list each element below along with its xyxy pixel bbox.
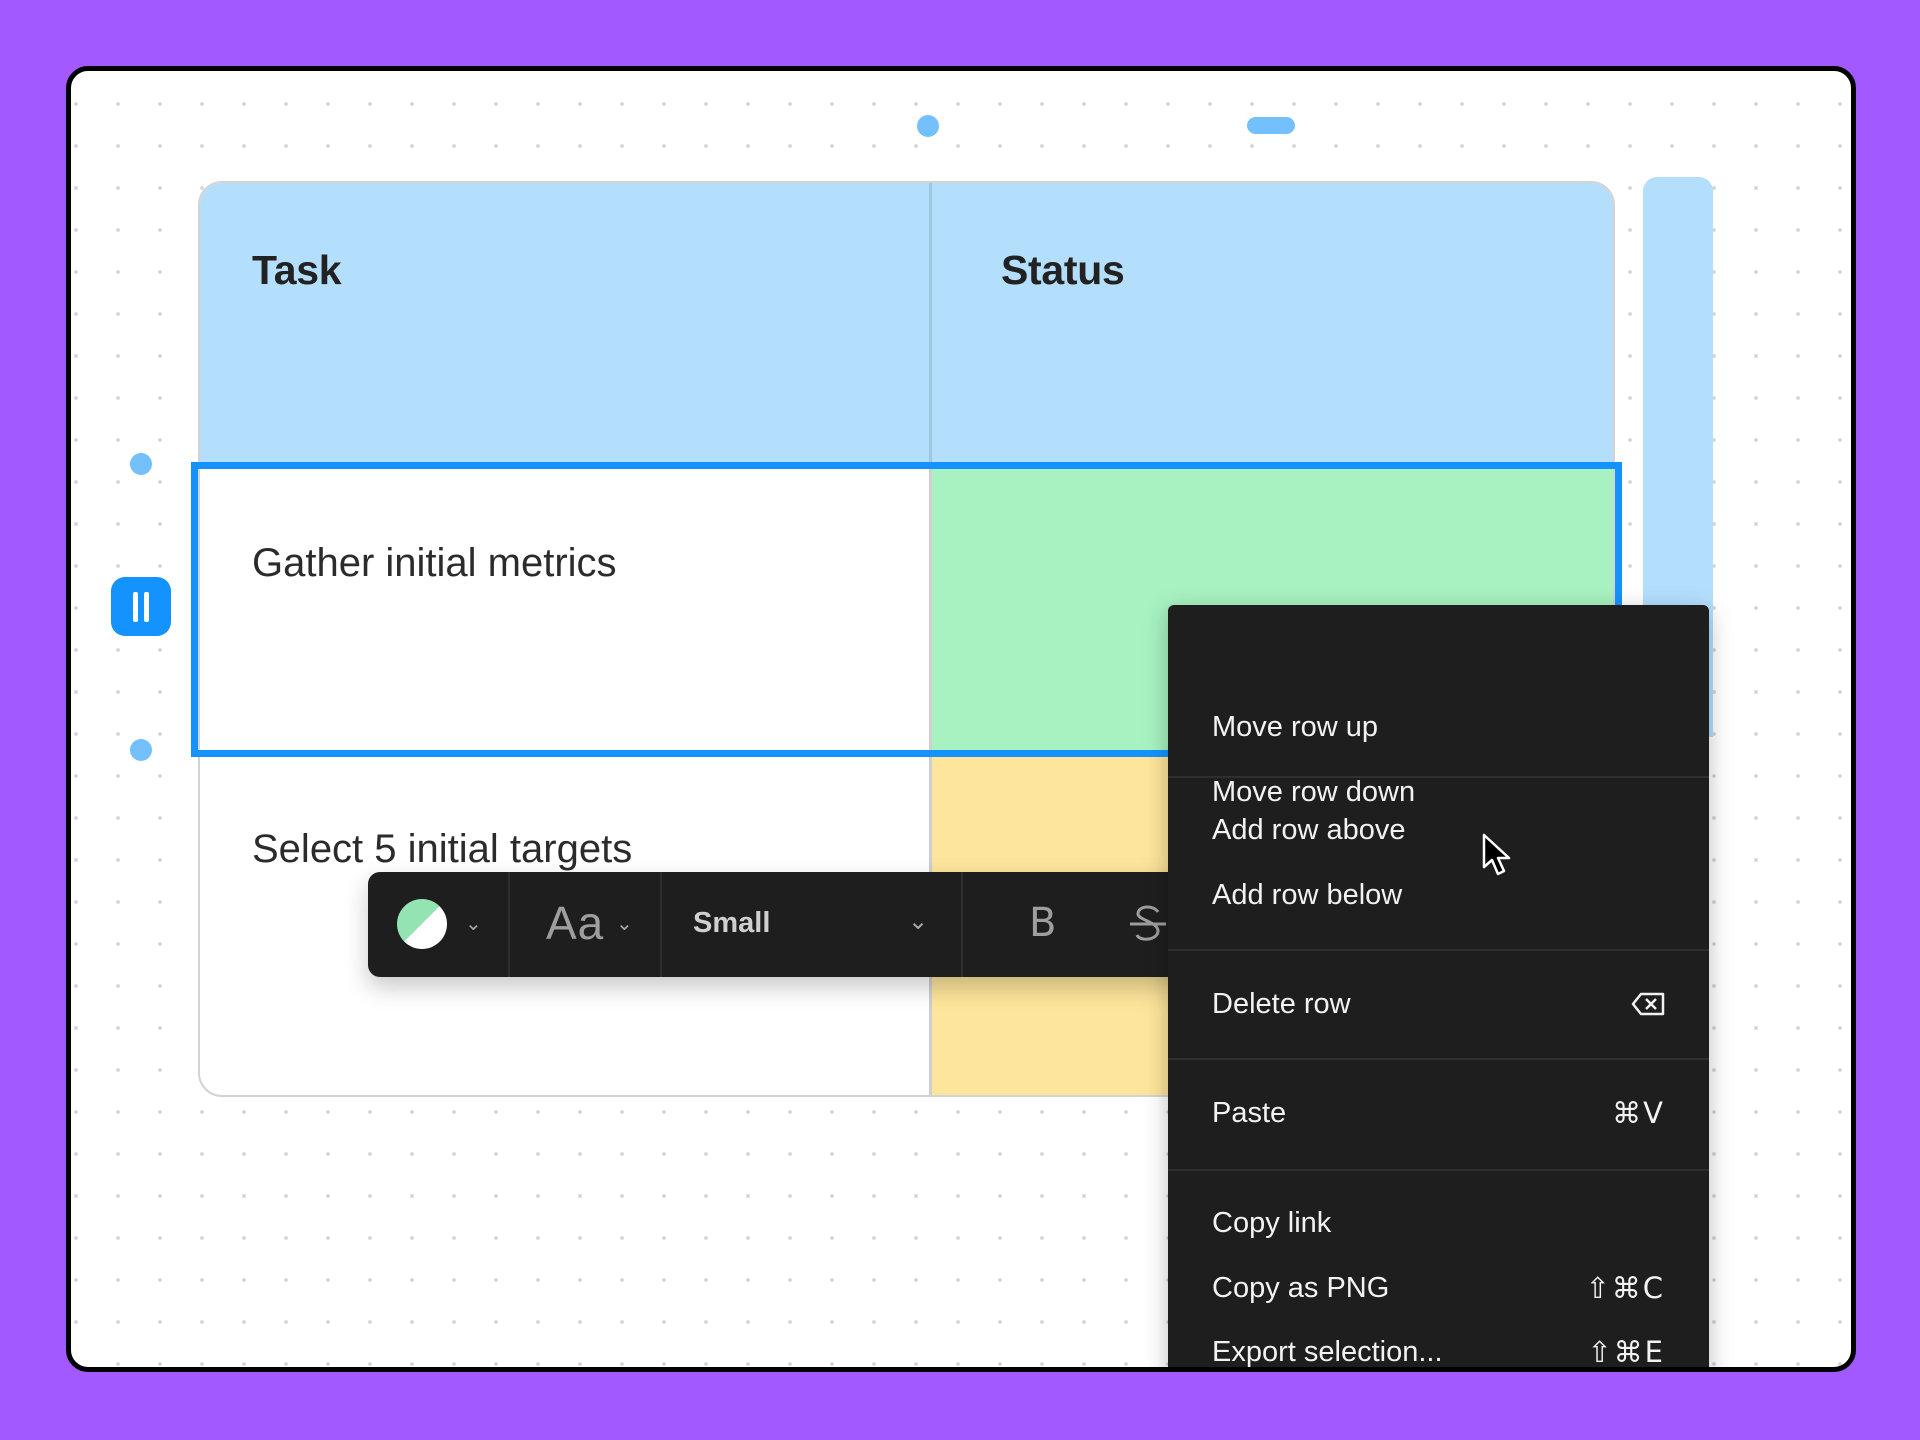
toolbar-divider (961, 872, 963, 977)
header-status-label: Status (1001, 247, 1125, 293)
menu-separator (1168, 949, 1709, 951)
header-cell-status[interactable]: Status (931, 183, 1613, 467)
color-swatch-icon[interactable] (397, 899, 447, 949)
color-chevron-down-icon[interactable]: ⌄ (465, 914, 482, 934)
size-chevron-down-icon[interactable]: ⌄ (908, 910, 928, 934)
header-cell-task[interactable]: Task (200, 183, 929, 467)
row-resize-handle-bottom[interactable] (130, 739, 152, 761)
menu-shortcut: ⇧⌘C (1585, 1271, 1665, 1305)
menu-shortcut: ⇧⌘E (1587, 1335, 1665, 1369)
menu-label: Paste (1212, 1096, 1287, 1129)
menu-item-move-row-up[interactable]: Move row up (1168, 702, 1709, 752)
menu-label: Move row down (1212, 775, 1416, 808)
menu-item-paste[interactable]: Paste ⌘V (1168, 1088, 1709, 1138)
menu-item-delete-row[interactable]: Delete row (1168, 979, 1709, 1029)
row-drag-handle[interactable] (111, 577, 171, 636)
task-text: Select 5 initial targets (252, 827, 633, 871)
menu-label: Add row below (1212, 878, 1403, 911)
menu-label: Export selection... (1212, 1335, 1443, 1368)
backspace-icon (1631, 992, 1665, 1016)
menu-item-export-selection[interactable]: Export selection... ⇧⌘E (1168, 1327, 1709, 1369)
floating-format-toolbar: ⌄ Aa ⌄ Small ⌄ B (368, 872, 1228, 977)
font-style-button[interactable]: Aa (546, 896, 604, 950)
menu-shortcut: ⌘V (1612, 1096, 1665, 1130)
menu-label: Delete row (1212, 987, 1351, 1020)
context-menu: Move row up Move row down Add row above … (1168, 605, 1709, 1369)
menu-item-add-row-above[interactable]: Add row above (1168, 805, 1709, 855)
menu-item-copy-link[interactable]: Copy link (1168, 1198, 1709, 1248)
toolbar-divider (508, 872, 510, 977)
toolbar-divider (660, 872, 662, 977)
menu-separator (1168, 1169, 1709, 1171)
column-drag-handle[interactable] (1247, 117, 1295, 134)
menu-label: Copy as PNG (1212, 1271, 1390, 1304)
header-column-divider (929, 183, 932, 467)
menu-separator (1168, 776, 1709, 778)
menu-separator (1168, 1058, 1709, 1060)
text-size-dropdown[interactable]: Small (693, 907, 770, 940)
font-chevron-down-icon[interactable]: ⌄ (616, 914, 633, 934)
strikethrough-button[interactable] (1128, 902, 1168, 947)
menu-item-copy-as-png[interactable]: Copy as PNG ⇧⌘C (1168, 1263, 1709, 1313)
strikethrough-icon (1130, 905, 1166, 941)
menu-label: Move row up (1212, 710, 1379, 743)
bold-button[interactable]: B (1029, 900, 1056, 946)
mouse-pointer-icon (1482, 833, 1511, 876)
header-task-label: Task (252, 247, 342, 293)
menu-label: Add row above (1212, 813, 1406, 846)
figjam-canvas[interactable]: Task Status Gather initial metrics Selec… (66, 66, 1856, 1372)
grip-bar-icon (144, 591, 149, 622)
row-resize-handle-top[interactable] (130, 453, 152, 475)
column-resize-handle-dot[interactable] (917, 115, 939, 137)
menu-label: Copy link (1212, 1206, 1332, 1239)
grip-bar-icon (133, 591, 138, 622)
menu-item-add-row-below[interactable]: Add row below (1168, 870, 1709, 920)
